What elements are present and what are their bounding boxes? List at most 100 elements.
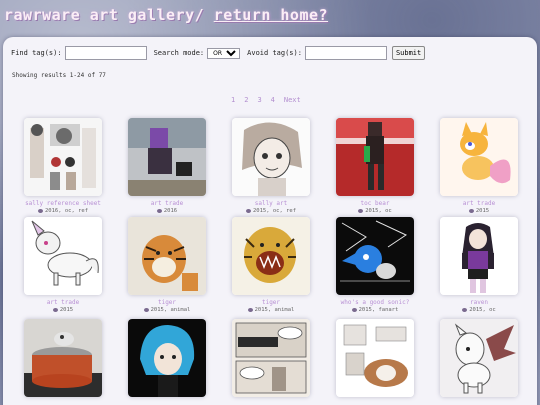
artwork-meta: 2015, oc, ref <box>232 208 310 214</box>
comic-page-image <box>232 319 310 397</box>
blue-hair-portrait-image <box>128 319 206 397</box>
sonic-fanart-image <box>336 217 414 295</box>
page-link-3[interactable]: 3 <box>257 96 261 104</box>
artwork-tags: 2015, oc <box>469 307 496 313</box>
reference-sheet-image <box>24 118 102 196</box>
fox-art-trade-image <box>440 118 518 196</box>
artwork-tags: 2016 <box>163 208 178 214</box>
artwork-meta: 2015 <box>440 208 518 214</box>
eye-icon <box>358 209 364 213</box>
art-trade-image <box>128 118 206 196</box>
artwork-title[interactable]: sally art <box>232 200 310 207</box>
cooking-pot-image <box>24 319 102 397</box>
artwork-thumbnail[interactable] <box>232 319 310 397</box>
raven-image <box>440 217 518 295</box>
eye-icon <box>245 209 251 213</box>
artwork-thumbnail[interactable] <box>440 319 518 397</box>
artwork-meta: 2015, fanart <box>336 307 414 313</box>
artwork-meta: 2015 <box>24 307 102 313</box>
gallery-card: art trade 2015 <box>24 217 102 313</box>
artwork-meta: 2015, oc <box>440 307 518 313</box>
artwork-thumbnail[interactable] <box>336 319 414 397</box>
avoid-tags-input[interactable] <box>304 46 387 60</box>
creature-art-trade-image <box>24 217 102 295</box>
next-page-link[interactable]: Next <box>284 96 301 104</box>
artwork-title[interactable]: sally reference sheet <box>24 200 102 207</box>
avoid-tags-label: Avoid tag(s): <box>247 49 302 57</box>
eye-icon <box>247 308 253 312</box>
gallery-card: toc bear 2015, oc <box>336 118 414 214</box>
artwork-thumbnail[interactable] <box>24 118 102 196</box>
artwork-thumbnail[interactable] <box>440 118 518 196</box>
artwork-title[interactable]: raven <box>440 299 518 306</box>
tiger-image <box>128 217 206 295</box>
eye-icon <box>351 308 357 312</box>
artwork-tags: 2015, oc, ref <box>252 208 297 214</box>
artwork-tags: 2015 <box>475 208 490 214</box>
artwork-meta: 2015, oc <box>336 208 414 214</box>
artwork-tags: 2015, oc <box>365 208 392 214</box>
sally-art-image <box>232 118 310 196</box>
artwork-meta: 2016, oc, ref <box>24 208 102 214</box>
gallery-card <box>128 319 206 397</box>
artwork-thumbnail[interactable] <box>232 217 310 295</box>
artwork-thumbnail[interactable] <box>336 217 414 295</box>
site-title: rawrware art gallery/ return home? <box>4 6 328 24</box>
artwork-title[interactable]: art trade <box>128 200 206 207</box>
eye-icon <box>156 209 162 213</box>
artwork-tags: 2016, oc, ref <box>44 208 89 214</box>
gallery-card <box>336 319 414 397</box>
tiger-roar-image <box>232 217 310 295</box>
eye-icon <box>462 308 468 312</box>
winged-creature-image <box>440 319 518 397</box>
gallery-card: tiger 2015, animal <box>232 217 310 313</box>
artwork-thumbnail[interactable] <box>128 319 206 397</box>
artwork-meta: 2015, animal <box>232 307 310 313</box>
artwork-title[interactable]: toc bear <box>336 200 414 207</box>
gallery-card: who's a good sonic? 2015, fanart <box>336 217 414 313</box>
artwork-thumbnail[interactable] <box>336 118 414 196</box>
artwork-thumbnail[interactable] <box>128 217 206 295</box>
gallery-card: sally reference sheet 2016, oc, ref <box>24 118 102 214</box>
eye-icon <box>52 308 58 312</box>
artwork-thumbnail[interactable] <box>128 118 206 196</box>
tag-search-form: Find tag(s): Search mode: OR Avoid tag(s… <box>11 46 426 60</box>
artwork-meta: 2016 <box>128 208 206 214</box>
gallery-card <box>440 319 518 397</box>
main-panel: Find tag(s): Search mode: OR Avoid tag(s… <box>3 37 537 405</box>
eye-icon <box>468 209 474 213</box>
artwork-thumbnail[interactable] <box>24 319 102 397</box>
eye-icon <box>143 308 149 312</box>
gallery-card: art trade 2015 <box>440 118 518 214</box>
submit-button[interactable]: Submit <box>391 46 426 60</box>
artwork-thumbnail[interactable] <box>232 118 310 196</box>
gallery-card: art trade 2016 <box>128 118 206 214</box>
artwork-tags: 2015, animal <box>254 307 295 313</box>
toc-bear-image <box>336 118 414 196</box>
page-link-2[interactable]: 2 <box>244 96 248 104</box>
artwork-thumbnail[interactable] <box>24 217 102 295</box>
artwork-title[interactable]: tiger <box>232 299 310 306</box>
artwork-tags: 2015 <box>59 307 74 313</box>
search-mode-select[interactable]: OR <box>207 47 241 59</box>
dog-sketch-image <box>336 319 414 397</box>
artwork-title[interactable]: art trade <box>440 200 518 207</box>
search-mode-label: Search mode: <box>153 49 205 57</box>
page-link-1[interactable]: 1 <box>231 96 235 104</box>
artwork-meta: 2015, animal <box>128 307 206 313</box>
gallery-card: tiger 2015, animal <box>128 217 206 313</box>
site-title-text: rawrware art gallery/ <box>4 6 205 24</box>
eye-icon <box>37 209 43 213</box>
gallery-card: raven 2015, oc <box>440 217 518 313</box>
gallery-card <box>232 319 310 397</box>
artwork-title[interactable]: art trade <box>24 299 102 306</box>
artwork-tags: 2015, animal <box>150 307 191 313</box>
results-count: Showing results 1-24 of 77 <box>12 72 106 79</box>
return-home-link[interactable]: return home? <box>214 6 328 24</box>
artwork-title[interactable]: who's a good sonic? <box>336 299 414 306</box>
find-tags-input[interactable] <box>64 46 147 60</box>
artwork-thumbnail[interactable] <box>440 217 518 295</box>
artwork-title[interactable]: tiger <box>128 299 206 306</box>
page-link-4[interactable]: 4 <box>271 96 275 104</box>
artwork-tags: 2015, fanart <box>358 307 399 313</box>
